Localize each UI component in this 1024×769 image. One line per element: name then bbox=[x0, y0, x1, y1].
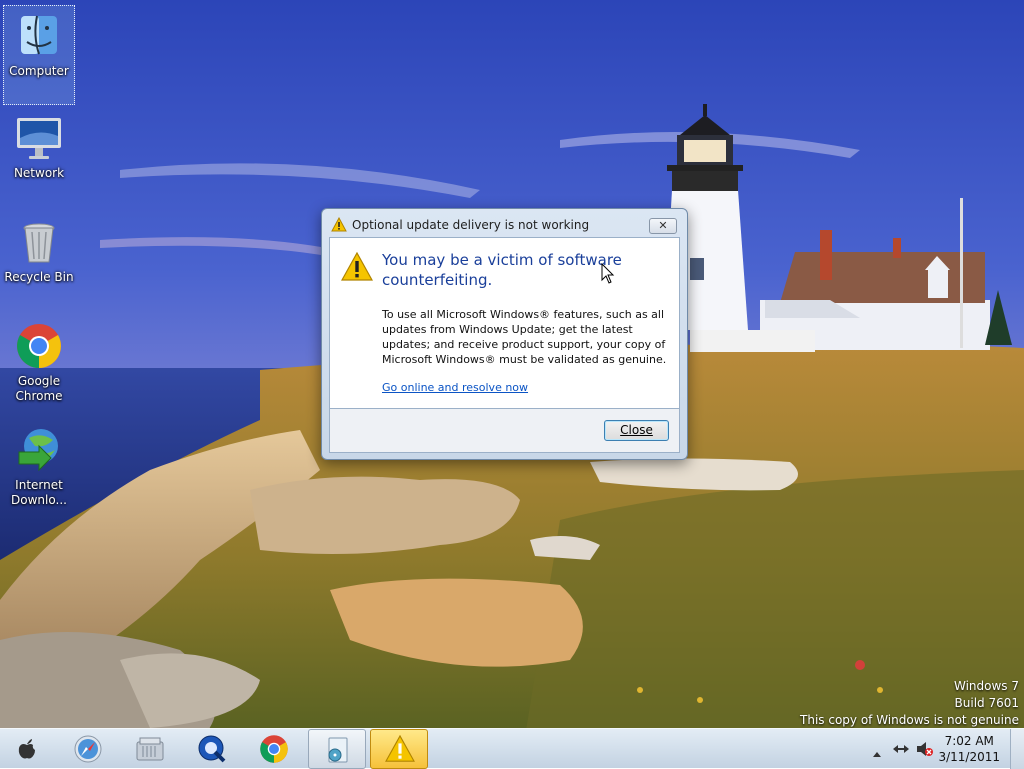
close-button[interactable]: Close bbox=[604, 420, 669, 441]
dialog-close-x-button[interactable]: ✕ bbox=[649, 218, 677, 234]
desktop-icon-network[interactable]: Network bbox=[3, 108, 75, 208]
watermark-build: Build 7601 bbox=[954, 696, 1019, 710]
dialog-headline: You may be a victim of software counterf… bbox=[382, 251, 622, 289]
dialog-footer: Close bbox=[329, 409, 680, 453]
file-explorer-button[interactable] bbox=[122, 729, 180, 769]
trash-can-icon bbox=[15, 218, 63, 266]
clock-time: 7:02 AM bbox=[944, 734, 994, 748]
warning-icon bbox=[331, 216, 347, 236]
desktop-icon-label: Network bbox=[13, 166, 65, 180]
dialog-title: Optional update delivery is not working bbox=[352, 218, 590, 232]
media-window-button[interactable] bbox=[308, 729, 366, 769]
folder-library-icon bbox=[135, 734, 165, 768]
warning-triangle-icon bbox=[385, 734, 415, 767]
chrome-icon bbox=[15, 322, 63, 370]
desktop-icon-label: Computer bbox=[9, 64, 69, 78]
dialog-content: You may be a victim of software counterf… bbox=[329, 237, 680, 409]
watermark-genuine-notice: This copy of Windows is not genuine bbox=[800, 713, 1019, 727]
system-tray: 7:02 AM 3/11/2011 bbox=[864, 729, 1024, 769]
resolve-online-link[interactable]: Go online and resolve now bbox=[382, 381, 528, 394]
desktop-icon-label: Google Chrome bbox=[15, 374, 63, 403]
apple-start-button[interactable] bbox=[0, 729, 58, 769]
volume-muted-icon[interactable] bbox=[916, 741, 934, 761]
taskbar-clock[interactable]: 7:02 AM 3/11/2011 bbox=[938, 733, 1000, 765]
watermark-os: Windows 7 bbox=[953, 679, 1019, 693]
mouse-cursor-icon bbox=[601, 262, 615, 289]
apple-logo-icon bbox=[16, 738, 38, 764]
network-icon[interactable] bbox=[892, 741, 910, 760]
clock-date: 3/11/2011 bbox=[938, 750, 1000, 764]
chrome-button[interactable] bbox=[246, 729, 304, 769]
taskbar: 7:02 AM 3/11/2011 bbox=[0, 728, 1024, 769]
genuine-warning-dialog: Optional update delivery is not working … bbox=[321, 208, 688, 460]
warning-large-icon bbox=[340, 251, 374, 286]
media-document-icon bbox=[322, 735, 352, 769]
genuine-warning-button[interactable] bbox=[370, 729, 428, 769]
desktop-icon-computer[interactable]: Computer bbox=[3, 5, 75, 105]
internet-download-manager-icon bbox=[15, 426, 63, 474]
desktop-icon-google-chrome[interactable]: Google Chrome bbox=[3, 316, 75, 416]
desktop-icon-label: Internet Downlo... bbox=[11, 478, 67, 507]
close-button-label: Close bbox=[620, 423, 653, 437]
chrome-icon bbox=[259, 734, 289, 768]
quicktime-button[interactable] bbox=[184, 729, 242, 769]
dialog-body: To use all Microsoft Windows® features, … bbox=[382, 308, 667, 366]
dialog-titlebar[interactable]: Optional update delivery is not working … bbox=[322, 209, 687, 237]
imac-monitor-icon bbox=[15, 114, 63, 162]
desktop-icon-label: Recycle Bin bbox=[4, 270, 74, 284]
finder-icon bbox=[15, 12, 63, 60]
desktop-icon-recycle-bin[interactable]: Recycle Bin bbox=[3, 212, 75, 312]
show-hidden-icons-arrow-icon[interactable] bbox=[872, 743, 882, 762]
safari-compass-icon bbox=[73, 734, 103, 768]
safari-button[interactable] bbox=[60, 729, 118, 769]
show-desktop-button[interactable] bbox=[1010, 729, 1024, 769]
desktop-icon-internet-download-manager[interactable]: Internet Downlo... bbox=[3, 420, 75, 520]
windows-watermark: Windows 7 Build 7601 This copy of Window… bbox=[800, 678, 1019, 729]
quicktime-icon bbox=[197, 734, 227, 768]
